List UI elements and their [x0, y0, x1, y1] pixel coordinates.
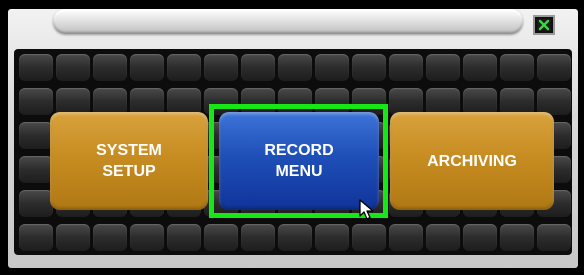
grid-tile: [167, 88, 201, 115]
grid-tile: [56, 224, 90, 251]
grid-tile: [352, 88, 386, 115]
grid-tile: [241, 54, 275, 81]
grid-tile: [389, 54, 423, 81]
record-menu-label-line1: RECORD: [264, 142, 334, 159]
grid-tile: [56, 88, 90, 115]
archiving-button[interactable]: ARCHIVING: [390, 112, 554, 210]
grid-tile: [278, 88, 312, 115]
grid-tile: [389, 88, 423, 115]
grid-tile: [426, 224, 460, 251]
title-bar: [53, 9, 523, 34]
system-setup-label-line1: SYSTEM: [96, 142, 162, 159]
grid-tile: [204, 88, 238, 115]
grid-tile: [352, 224, 386, 251]
grid-tile: [352, 54, 386, 81]
grid-tile: [204, 54, 238, 81]
record-menu-button[interactable]: RECORD MENU: [219, 112, 379, 210]
grid-tile: [500, 54, 534, 81]
system-setup-label-line2: SETUP: [102, 163, 156, 180]
grid-tile: [167, 54, 201, 81]
grid-tile: [500, 88, 534, 115]
grid-tile: [537, 224, 571, 251]
grid-tile: [19, 224, 53, 251]
grid-tile: [19, 190, 53, 217]
close-x-icon: [537, 19, 551, 31]
grid-tile: [389, 224, 423, 251]
close-button[interactable]: [533, 15, 555, 35]
grid-tile: [19, 122, 53, 149]
grid-tile: [19, 88, 53, 115]
grid-tile: [500, 224, 534, 251]
grid-tile: [241, 224, 275, 251]
grid-tile: [426, 54, 460, 81]
grid-tile: [426, 88, 460, 115]
grid-tile: [537, 54, 571, 81]
grid-tile: [93, 54, 127, 81]
grid-tile: [241, 88, 275, 115]
grid-tile: [315, 54, 349, 81]
grid-tile: [130, 54, 164, 81]
grid-tile: [93, 88, 127, 115]
grid-tile: [315, 224, 349, 251]
grid-tile: [463, 54, 497, 81]
grid-tile: [93, 224, 127, 251]
grid-tile: [463, 88, 497, 115]
grid-tile: [463, 224, 497, 251]
dvr-window-frame: SYSTEM SETUP RECORD MENU ARCHIVING: [0, 0, 584, 275]
grid-tile: [130, 224, 164, 251]
grid-tile: [19, 54, 53, 81]
grid-tile: [537, 88, 571, 115]
grid-tile: [204, 224, 238, 251]
grid-tile: [19, 156, 53, 183]
grid-tile: [167, 224, 201, 251]
grid-tile: [278, 54, 312, 81]
archiving-label: ARCHIVING: [427, 152, 517, 170]
system-setup-button[interactable]: SYSTEM SETUP: [50, 112, 208, 210]
grid-tile: [56, 54, 90, 81]
grid-tile: [278, 224, 312, 251]
grid-tile: [130, 88, 164, 115]
record-menu-label-line2: MENU: [275, 163, 323, 180]
grid-tile: [315, 88, 349, 115]
mouse-pointer-icon: [358, 199, 378, 221]
